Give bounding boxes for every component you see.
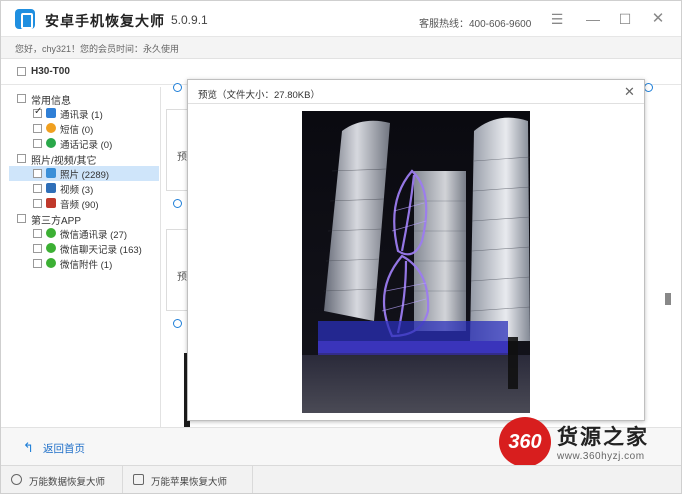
wechat-icon: [46, 243, 56, 253]
device-name: H30-T00: [31, 66, 70, 77]
dialog-header: 预览（文件大小：27.80KB） ✕: [188, 80, 644, 104]
app-window: 安卓手机恢复大师 5.0.9.1 客服热线：400-606-9600 ☰ — ☐…: [0, 0, 682, 494]
photo-checkbox[interactable]: [173, 199, 182, 208]
tree-category-third-party[interactable]: 第三方APP: [9, 211, 159, 227]
audio-icon: [46, 198, 56, 208]
item-checkbox[interactable]: [33, 259, 42, 268]
footer-tabs: 万能数据恢复大师 万能苹果恢复大师: [1, 465, 681, 493]
tree-item-audio[interactable]: 音频 (90): [9, 196, 159, 211]
service-hotline: 客服热线：400-606-9600: [419, 19, 532, 30]
membership-info: 您好，chy321！您的会员时间：永久使用: [15, 44, 180, 54]
item-checkbox[interactable]: [33, 229, 42, 238]
item-label: 通话记录 (0): [60, 140, 113, 151]
footer-tab-label: 万能数据恢复大师: [29, 477, 106, 488]
item-checkbox[interactable]: [33, 199, 42, 208]
account-bar: 您好，chy321！您的会员时间：永久使用: [1, 37, 681, 59]
tree-item-call-log[interactable]: 通话记录 (0): [9, 136, 159, 151]
item-label: 视频 (3): [60, 185, 94, 196]
scrollbar-thumb[interactable]: [665, 293, 671, 305]
photo-icon: [46, 168, 56, 178]
app-version: 5.0.9.1: [171, 13, 208, 27]
item-label: 音频 (90): [60, 200, 99, 211]
dialog-close-icon[interactable]: ✕: [624, 84, 635, 100]
tree-item-sms[interactable]: 短信 (0): [9, 121, 159, 136]
sms-icon: [46, 123, 56, 133]
back-arrow-icon[interactable]: ↰: [23, 440, 34, 456]
item-checkbox[interactable]: [33, 139, 42, 148]
preview-image: [302, 111, 530, 413]
app-title: 安卓手机恢复大师: [45, 13, 165, 29]
back-home-link[interactable]: 返回首页: [43, 441, 85, 456]
item-label: 通讯录 (1): [60, 110, 103, 121]
tree-item-wechat-contacts[interactable]: 微信通讯录 (27): [9, 226, 159, 241]
item-checkbox[interactable]: [33, 169, 42, 178]
item-checkbox[interactable]: [33, 106, 42, 118]
category-checkbox[interactable]: [17, 214, 26, 223]
item-label: 微信通讯录 (27): [60, 230, 128, 241]
scrollbar[interactable]: [663, 87, 673, 427]
wechat-icon: [46, 228, 56, 238]
watermark-url: www.360hyzj.com: [557, 451, 645, 462]
tree-item-wechat-chats[interactable]: 微信聊天记录 (163): [9, 241, 159, 256]
item-checkbox[interactable]: [33, 124, 42, 133]
app-logo-icon: [15, 9, 35, 29]
watermark-title: 货源之家: [557, 426, 649, 449]
tree-item-photos[interactable]: 照片 (2289): [9, 166, 159, 181]
dialog-title: 预览（文件大小：27.80KB）: [198, 90, 320, 101]
apple-recovery-icon: [133, 474, 144, 485]
device-checkbox[interactable]: [17, 67, 26, 76]
tree-category-common[interactable]: 常用信息: [9, 91, 159, 107]
menu-icon[interactable]: ☰: [548, 10, 566, 28]
category-label: 照片/视频/其它: [31, 156, 97, 167]
footer-tab-data-recovery[interactable]: 万能数据恢复大师: [1, 466, 123, 493]
watermark-badge: 360: [499, 417, 551, 467]
category-checkbox[interactable]: [17, 94, 26, 103]
call-log-icon: [46, 138, 56, 148]
wechat-icon: [46, 258, 56, 268]
item-label: 照片 (2289): [60, 170, 110, 181]
tree-item-contacts[interactable]: 通讯录 (1): [9, 106, 159, 121]
item-checkbox[interactable]: [33, 184, 42, 193]
category-label: 常用信息: [31, 96, 71, 107]
photo-checkbox[interactable]: [173, 319, 182, 328]
photo-checkbox[interactable]: [644, 83, 653, 92]
photo-checkbox[interactable]: [173, 83, 182, 92]
tree-item-wechat-attachments[interactable]: 微信附件 (1): [9, 256, 159, 271]
video-icon: [46, 183, 56, 193]
title-bar: 安卓手机恢复大师 5.0.9.1 客服热线：400-606-9600 ☰ — ☐…: [1, 1, 681, 37]
category-label: 第三方APP: [31, 216, 82, 227]
preview-dialog: 预览（文件大小：27.80KB） ✕: [187, 79, 645, 421]
footer-tab-apple-recovery[interactable]: 万能苹果恢复大师: [123, 466, 253, 493]
footer-tab-label: 万能苹果恢复大师: [151, 477, 228, 488]
minimize-icon[interactable]: —: [584, 10, 602, 28]
item-label: 短信 (0): [60, 125, 94, 136]
preview-link[interactable]: 预: [177, 268, 187, 283]
close-icon[interactable]: ✕: [649, 10, 667, 28]
item-checkbox[interactable]: [33, 244, 42, 253]
tree-category-media[interactable]: 照片/视频/其它: [9, 151, 159, 167]
data-recovery-icon: [11, 474, 22, 485]
preview-link[interactable]: 预: [177, 148, 187, 163]
contacts-icon: [46, 108, 56, 118]
category-tree: 常用信息 通讯录 (1) 短信 (0) 通话记录 (0) 照片/视频/其它 照片…: [9, 87, 161, 427]
maximize-icon[interactable]: ☐: [616, 10, 634, 28]
night-city-photo: [302, 111, 530, 413]
item-label: 微信附件 (1): [60, 260, 113, 271]
tree-item-videos[interactable]: 视频 (3): [9, 181, 159, 196]
item-label: 微信聊天记录 (163): [60, 245, 142, 256]
watermark-logo: 360 货源之家 www.360hyzj.com: [499, 415, 677, 471]
category-checkbox[interactable]: [17, 154, 26, 163]
